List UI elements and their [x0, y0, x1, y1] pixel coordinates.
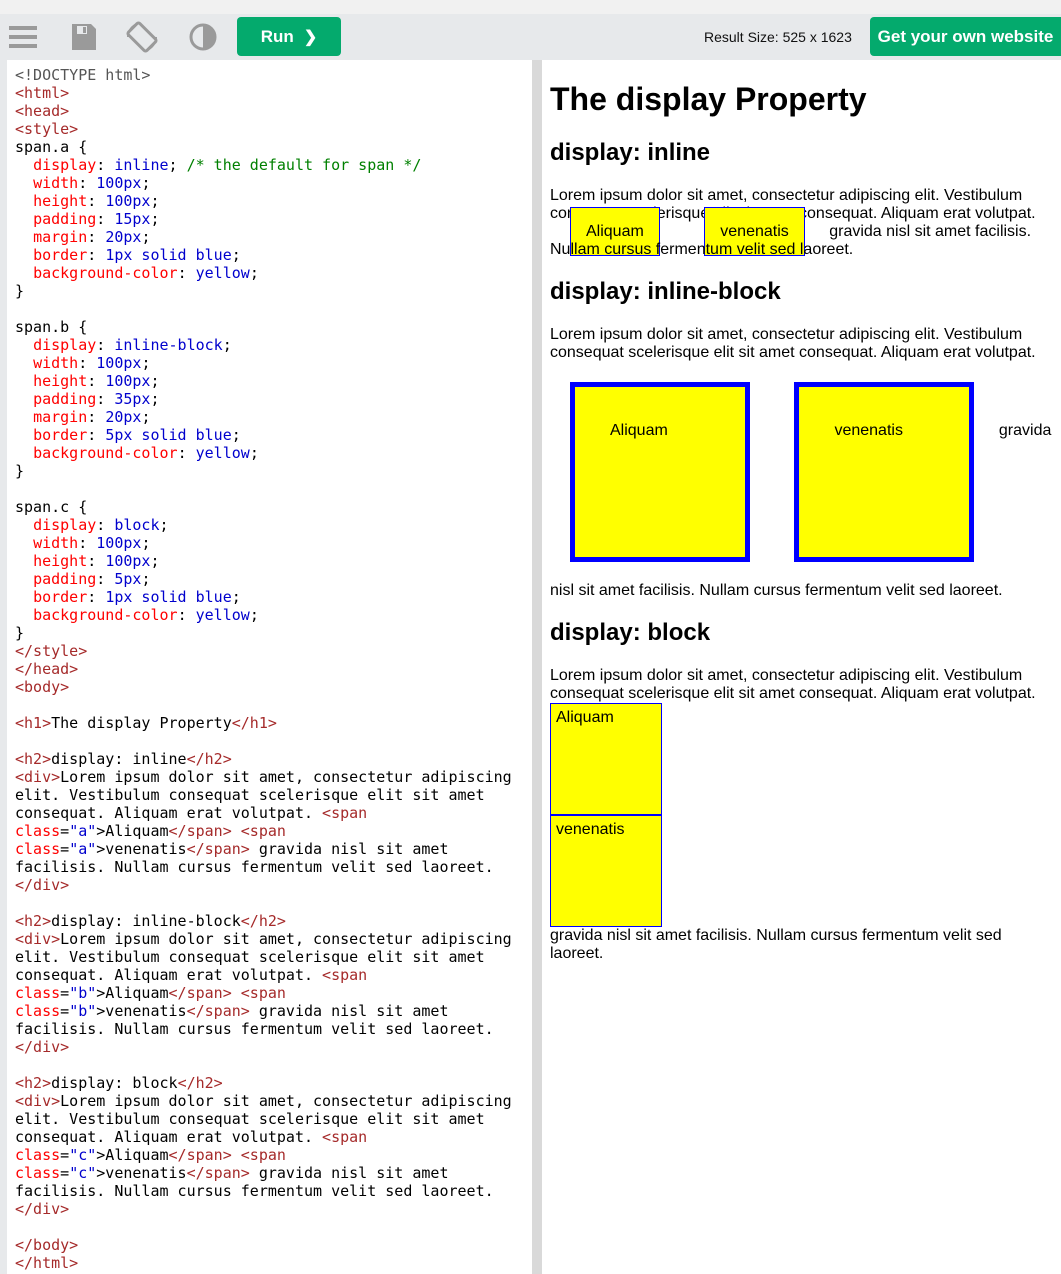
- code-line: <div>Lorem ipsum dolor sit amet, consect…: [15, 930, 512, 948]
- run-button[interactable]: Run ❯: [237, 17, 341, 56]
- get-your-own-website-button[interactable]: Get your own website: [870, 17, 1061, 56]
- code-line: </head>: [15, 660, 79, 678]
- code-line: height: 100px;: [33, 552, 160, 570]
- code-line: class="c">Aliquam</span> <span: [15, 1146, 286, 1164]
- code-line: margin: 20px;: [33, 228, 151, 246]
- block-span-venenatis: venenatis: [550, 815, 662, 927]
- code-line: consequat. Aliquam erat volutpat. <span: [15, 804, 368, 822]
- code-line: background-color: yellow;: [33, 264, 259, 282]
- section-text-block: Lorem ipsum dolor sit amet, consectetur …: [550, 667, 1053, 963]
- result-size-text: Result Size: 525 x 1623: [704, 29, 852, 45]
- section-text-inline: Lorem ipsum dolor sit amet, consectetur …: [550, 187, 1053, 259]
- code-line: <h1>The display Property</h1>: [15, 714, 277, 732]
- code-line: }: [15, 624, 25, 642]
- code-line: margin: 20px;: [33, 408, 151, 426]
- code-line: elit. Vestibulum consequat scelerisque e…: [15, 948, 485, 966]
- code-line: width: 100px;: [33, 174, 151, 192]
- code-line: </div>: [15, 1038, 70, 1056]
- code-line: <style>: [15, 120, 79, 138]
- code-line: height: 100px;: [33, 192, 160, 210]
- code-line: padding: 35px;: [33, 390, 160, 408]
- code-line: elit. Vestibulum consequat scelerisque e…: [15, 1110, 485, 1128]
- code-line: </html>: [15, 1254, 79, 1272]
- browser-top-strip: [0, 0, 1061, 15]
- code-line: <h2>display: inline</h2>: [15, 750, 232, 768]
- code-line: border: 1px solid blue;: [33, 246, 241, 264]
- save-icon[interactable]: [66, 20, 100, 54]
- code-line: class="b">Aliquam</span> <span: [15, 984, 286, 1002]
- code-line: display: inline; /* the default for span…: [33, 156, 422, 174]
- run-label: Run: [260, 26, 294, 46]
- code-line: border: 1px solid blue;: [33, 588, 241, 606]
- code-line: facilisis. Nullam cursus fermentum velit…: [15, 858, 494, 876]
- result-h1: The display Property: [550, 81, 867, 117]
- code-line: }: [15, 282, 25, 300]
- section-heading-block: display: block: [550, 619, 711, 646]
- result-pane: The display Property display: inline Lor…: [542, 60, 1061, 1274]
- code-line: </style>: [15, 642, 88, 660]
- code-line: padding: 15px;: [33, 210, 160, 228]
- rotate-icon[interactable]: [125, 20, 159, 54]
- code-line: span.c {: [15, 498, 88, 516]
- code-line: <html>: [15, 84, 70, 102]
- code-line: height: 100px;: [33, 372, 160, 390]
- code-line: class="a">Aliquam</span> <span: [15, 822, 286, 840]
- section-heading-inline-block: display: inline-block: [550, 278, 781, 305]
- code-line: display: block;: [33, 516, 169, 534]
- pane-divider[interactable]: [532, 60, 542, 1274]
- code-line: <h2>display: inline-block</h2>: [15, 912, 286, 930]
- block-span-aliquam: Aliquam: [550, 703, 662, 815]
- code-line: </div>: [15, 1200, 70, 1218]
- code-line: background-color: yellow;: [33, 606, 259, 624]
- code-line: <h2>display: block</h2>: [15, 1074, 223, 1092]
- menu-icon[interactable]: [6, 20, 40, 54]
- code-line: <!DOCTYPE html>: [15, 66, 151, 84]
- section-text-inline-block: Lorem ipsum dolor sit amet, consectetur …: [550, 326, 1053, 600]
- text-after: gravida nisl sit amet facilisis. Nullam …: [550, 927, 1002, 962]
- code-line: facilisis. Nullam cursus fermentum velit…: [15, 1182, 494, 1200]
- code-line: elit. Vestibulum consequat scelerisque e…: [15, 786, 485, 804]
- code-line: <head>: [15, 102, 70, 120]
- inline-block-span-venenatis: venenatis: [794, 382, 975, 562]
- code-line: <div>Lorem ipsum dolor sit amet, consect…: [15, 768, 512, 786]
- section-heading-inline: display: inline: [550, 139, 711, 166]
- inline-block-span-aliquam: Aliquam: [570, 382, 750, 562]
- code-line: consequat. Aliquam erat volutpat. <span: [15, 966, 368, 984]
- code-line: display: inline-block;: [33, 336, 232, 354]
- code-line: padding: 5px;: [33, 570, 151, 588]
- code-line: consequat. Aliquam erat volutpat. <span: [15, 1128, 368, 1146]
- code-line: background-color: yellow;: [33, 444, 259, 462]
- code-line: span.a {: [15, 138, 88, 156]
- code-line: class="b">venenatis</span> gravida nisl …: [15, 1002, 449, 1020]
- code-line: span.b {: [15, 318, 88, 336]
- code-line: class="c">venenatis</span> gravida nisl …: [15, 1164, 449, 1182]
- toolbar: Run ❯ Result Size: 525 x 1623 Get your o…: [0, 14, 1061, 60]
- code-line: facilisis. Nullam cursus fermentum velit…: [15, 1020, 494, 1038]
- code-line: </div>: [15, 876, 70, 894]
- code-content[interactable]: <!DOCTYPE html> <html> <head> <style> span.a…: [7, 60, 532, 1272]
- code-line: <body>: [15, 678, 70, 696]
- code-line: width: 100px;: [33, 354, 151, 372]
- code-line: <div>Lorem ipsum dolor sit amet, consect…: [15, 1092, 512, 1110]
- text-before: Lorem ipsum dolor sit amet, consectetur …: [550, 326, 1036, 361]
- text-before: Lorem ipsum dolor sit amet, consectetur …: [550, 667, 1036, 702]
- code-line: class="a">venenatis</span> gravida nisl …: [15, 840, 449, 858]
- code-line: width: 100px;: [33, 534, 151, 552]
- code-line: }: [15, 462, 25, 480]
- code-line: border: 5px solid blue;: [33, 426, 241, 444]
- code-line: </body>: [15, 1236, 79, 1254]
- contrast-icon[interactable]: [186, 20, 220, 54]
- code-editor[interactable]: <!DOCTYPE html> <html> <head> <style> span.a…: [7, 60, 532, 1274]
- chevron-right-icon: ❯: [303, 28, 318, 46]
